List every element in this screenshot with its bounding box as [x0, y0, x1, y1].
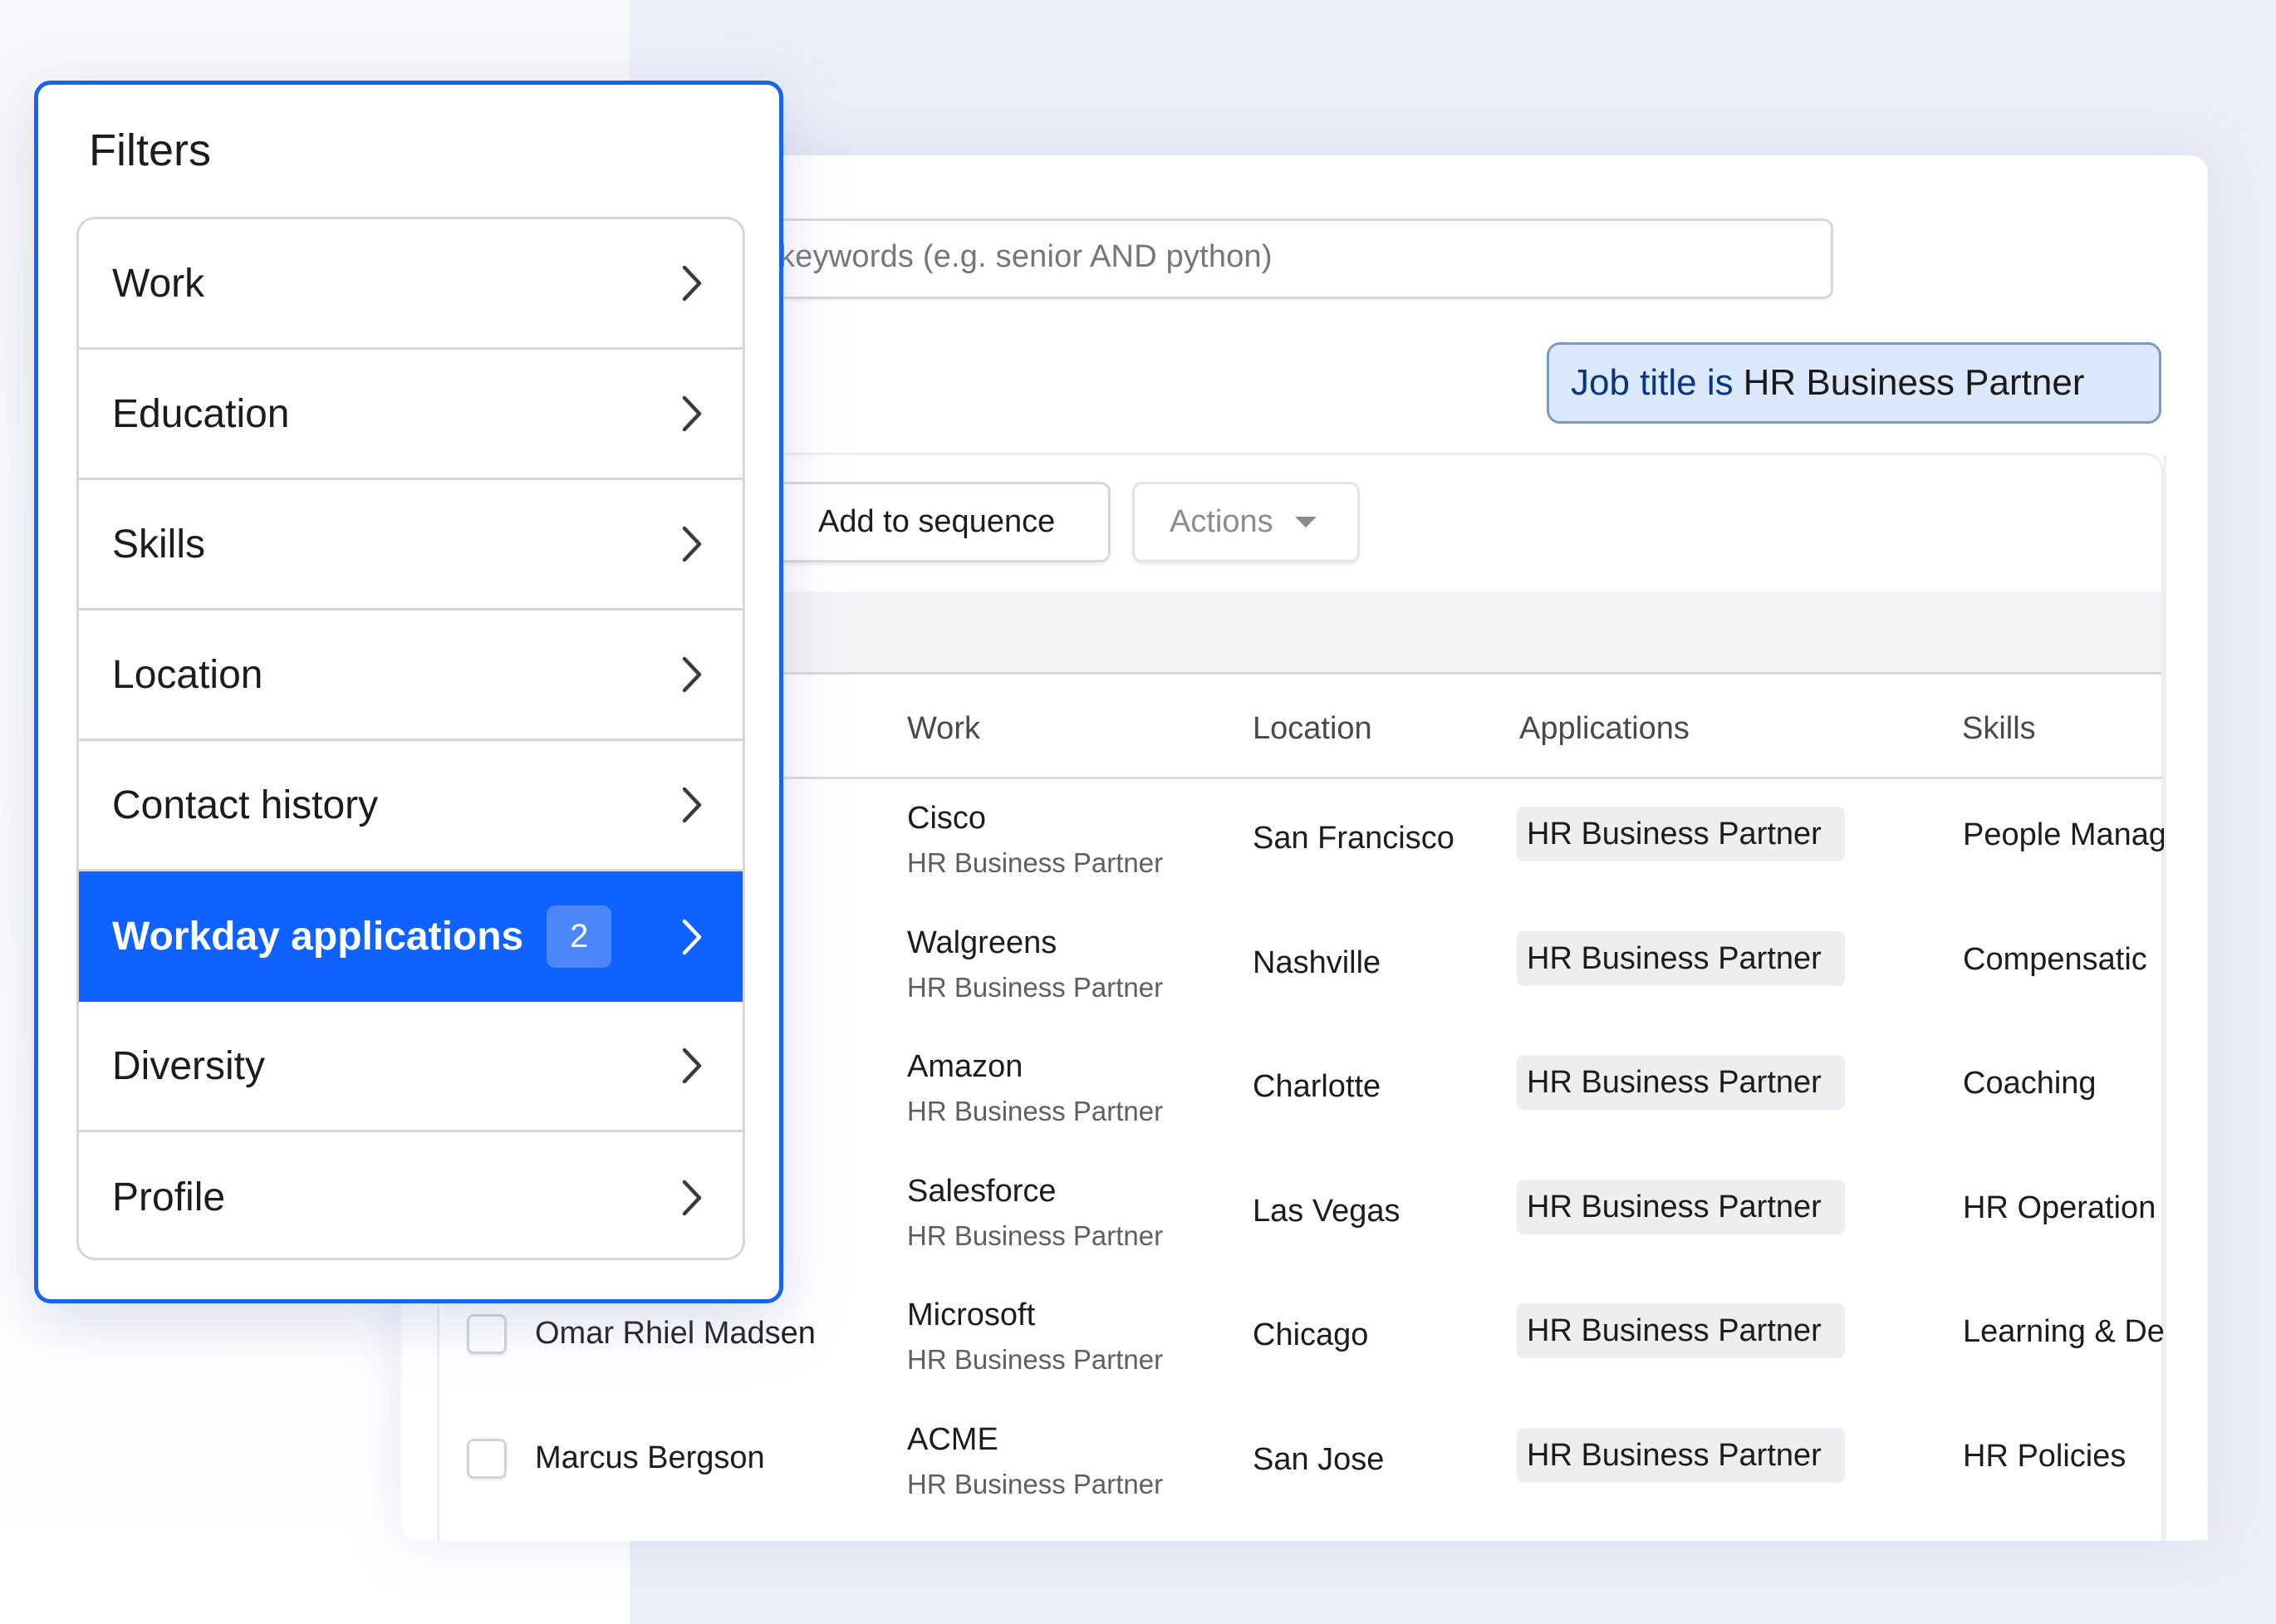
filter-item-label: Contact history [112, 783, 379, 827]
job-title: HR Business Partner [907, 972, 1164, 1003]
chevron-right-icon [682, 1048, 702, 1084]
row-checkbox[interactable] [467, 1439, 507, 1479]
filter-item-diversity[interactable]: Diversity [79, 1002, 743, 1132]
filter-item-label: Education [112, 391, 290, 436]
filter-item-label: Profile [112, 1175, 226, 1219]
application-chip: HR Business Partner [1517, 1180, 1845, 1234]
filter-item-label: Work [112, 261, 205, 306]
skill: Coaching [1963, 1066, 2097, 1101]
candidate-name[interactable]: Marcus Bergson [535, 1440, 765, 1476]
filter-item-workday-applications[interactable]: Workday applications 2 [79, 871, 743, 1002]
skill: People Manag [1963, 817, 2167, 852]
company-name: ACME [907, 1422, 998, 1457]
location: San Francisco [1253, 821, 1454, 856]
filters-title: Filters [89, 125, 211, 175]
caret-down-icon [1294, 517, 1317, 527]
skill: HR Operation [1963, 1190, 2156, 1225]
column-header-location[interactable]: Location [1253, 711, 1372, 747]
filter-item-contact-history[interactable]: Contact history [79, 741, 743, 871]
location: San Jose [1253, 1442, 1385, 1477]
actions-dropdown[interactable]: Actions [1132, 482, 1360, 562]
chip-value: HR Business Partner [1743, 362, 2085, 403]
chevron-right-icon [682, 526, 702, 562]
filter-item-location[interactable]: Location [79, 611, 743, 741]
job-title: HR Business Partner [907, 1220, 1164, 1251]
column-header-skills[interactable]: Skills [1962, 711, 2036, 747]
actions-label: Actions [1170, 504, 1273, 539]
filter-item-label: Diversity [112, 1043, 266, 1088]
application-chip: HR Business Partner [1517, 931, 1845, 986]
skill: HR Policies [1963, 1439, 2126, 1474]
job-title: HR Business Partner [907, 847, 1164, 878]
application-chip: HR Business Partner [1517, 1428, 1845, 1483]
filter-item-skills[interactable]: Skills [79, 480, 743, 611]
table-right-edge [2164, 455, 2208, 1540]
chevron-right-icon [682, 395, 702, 432]
row-checkbox[interactable] [467, 1314, 507, 1354]
chevron-right-icon [682, 1180, 702, 1215]
skill: Compensatic [1963, 942, 2147, 977]
job-title: HR Business Partner [907, 1344, 1164, 1375]
filter-item-education[interactable]: Education [79, 350, 743, 480]
filter-item-profile[interactable]: Profile [79, 1132, 743, 1258]
candidate-name[interactable]: Omar Rhiel Madsen [535, 1316, 816, 1352]
application-chip: HR Business Partner [1517, 1055, 1845, 1110]
chevron-right-icon [682, 919, 702, 954]
column-header-applications[interactable]: Applications [1519, 711, 1690, 747]
table-row[interactable]: Marcus Bergson ACME HR Business Partner … [439, 1401, 2161, 1525]
company-name: Amazon [907, 1049, 1023, 1084]
filter-item-label: Location [112, 652, 263, 697]
chip-label: Job title is [1571, 362, 1734, 403]
job-title: HR Business Partner [907, 1469, 1164, 1499]
search-placeholder: keywords (e.g. senior AND python) [779, 239, 1273, 274]
skill: Learning & De [1963, 1314, 2165, 1349]
company-name: Salesforce [907, 1174, 1057, 1209]
column-header-work[interactable]: Work [907, 711, 980, 747]
chevron-right-icon [682, 787, 702, 823]
chevron-right-icon [682, 656, 702, 693]
filter-count-badge: 2 [547, 905, 612, 968]
active-filter-chip[interactable]: Job title is HR Business Partner [1547, 342, 2161, 424]
location: Las Vegas [1253, 1194, 1400, 1229]
company-name: Cisco [907, 801, 987, 836]
chevron-right-icon [682, 265, 702, 302]
filter-category-list: Work Education Skills Location Contact histo… [76, 217, 745, 1260]
filter-item-label: Workday applications [112, 915, 524, 959]
job-title: HR Business Partner [907, 1096, 1164, 1126]
company-name: Microsoft [907, 1298, 1036, 1332]
application-chip: HR Business Partner [1517, 807, 1845, 861]
company-name: Walgreens [907, 925, 1057, 960]
location: Nashville [1253, 945, 1381, 980]
location: Charlotte [1253, 1069, 1381, 1104]
add-to-sequence-label: Add to sequence [818, 504, 1056, 539]
application-chip: HR Business Partner [1517, 1303, 1845, 1358]
location: Chicago [1253, 1317, 1369, 1352]
filter-item-work[interactable]: Work [79, 219, 743, 350]
filter-item-label: Skills [112, 522, 206, 567]
